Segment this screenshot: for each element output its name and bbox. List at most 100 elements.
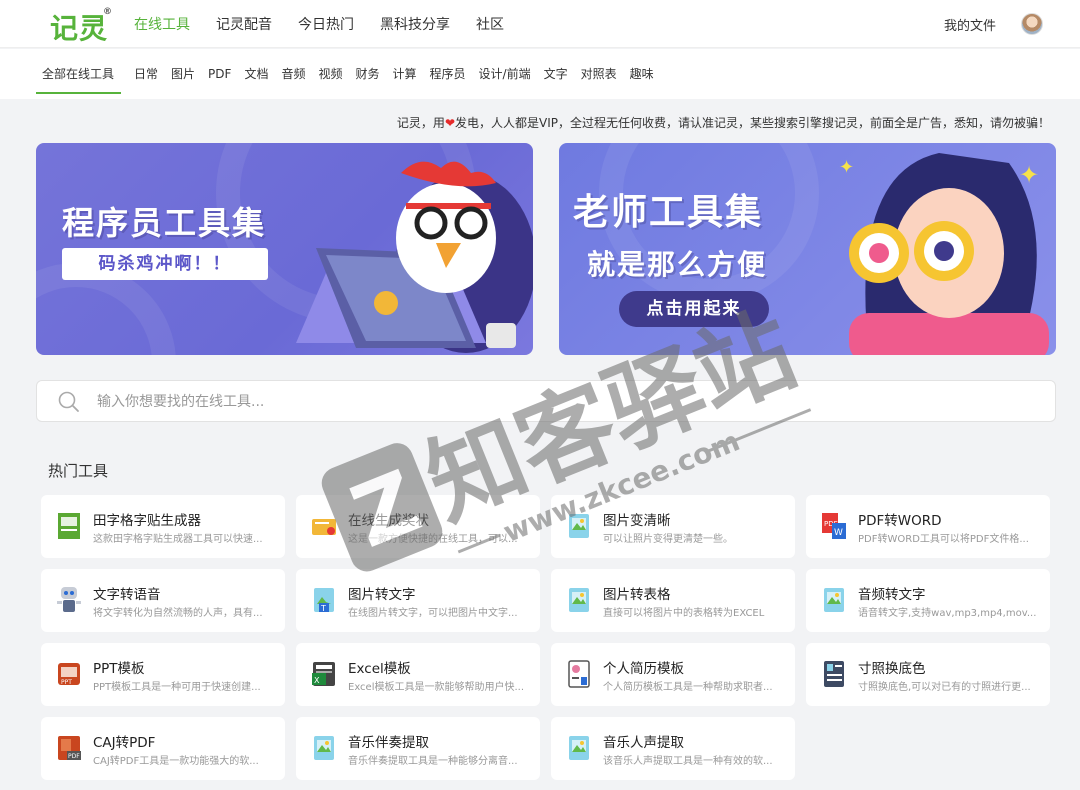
tool-card[interactable]: X Excel模板 Excel模板工具是一款能够帮助用户快... — [296, 643, 540, 706]
image-icon — [569, 588, 589, 612]
image-icon — [824, 588, 844, 612]
category-tab[interactable]: 趣味 — [630, 49, 654, 99]
my-files-link[interactable]: 我的文件 — [944, 15, 996, 34]
tool-description: 可以让照片变得更清楚一些。 — [603, 534, 733, 545]
avatar[interactable] — [1021, 13, 1043, 35]
tool-title: Excel模板 — [348, 661, 411, 677]
notice-part-1: 记灵，用 — [396, 116, 445, 130]
tool-title: 文字转语音 — [93, 587, 161, 603]
certificate-icon — [312, 519, 336, 535]
category-tab[interactable]: 全部在线工具 — [36, 49, 122, 99]
tool-title: 在线生成奖状 — [348, 513, 429, 529]
tool-card[interactable]: 图片转表格直接可以将图片中的表格转为EXCEL — [551, 569, 795, 632]
svg-text:W: W — [834, 528, 843, 538]
category-tab[interactable]: 对照表 — [581, 49, 617, 99]
tool-description: 语音转文字,支持wav,mp3,mp4,mov... — [858, 608, 1037, 619]
logo-text: 记灵 — [50, 12, 109, 45]
category-bar: 全部在线工具 日常 图片 PDF 文档 音频 视频 财务 计算 程序员 设计/前端 文字 对照表 趣味 — [0, 49, 1080, 99]
tool-title: PPT模板 — [93, 661, 145, 677]
nav-today-hot[interactable]: 今日热门 — [298, 14, 354, 34]
tool-card[interactable]: 音乐伴奏提取音乐伴奏提取工具是一种能够分离音... — [296, 717, 540, 780]
tool-card[interactable]: 文字转语音将文字转化为自然流畅的人声，具有... — [41, 569, 285, 632]
search-icon[interactable] — [57, 390, 81, 414]
category-tab[interactable]: 设计/前端 — [479, 49, 531, 99]
tool-description: 在线图片转文字，可以把图片中文字... — [348, 608, 518, 619]
tool-title: 音频转文字 — [858, 587, 926, 603]
svg-text:✦: ✦ — [839, 157, 854, 178]
banner-teacher-tools[interactable]: 老师工具集 就是那么方便 点击用起来 ✦ ✦ — [559, 143, 1056, 355]
tool-card[interactable]: 个人简历模板个人简历模板工具是一种帮助求职者... — [551, 643, 795, 706]
category-tab[interactable]: 日常 — [134, 49, 158, 99]
robot-icon — [57, 587, 81, 612]
nav-online-tools[interactable]: 在线工具 — [134, 14, 190, 34]
tool-search-box — [36, 380, 1056, 422]
category-tab[interactable]: 图片 — [171, 49, 195, 99]
tool-title: 寸照换底色 — [858, 661, 926, 677]
tool-card[interactable]: T 图片转文字在线图片转文字，可以把图片中文字... — [296, 569, 540, 632]
tool-card[interactable]: PPT PPT模板 PPT模板工具是一种可用于快速创建... — [41, 643, 285, 706]
tool-card[interactable]: 音乐人声提取 该音乐人声提取工具是一种有效的软... — [551, 717, 795, 780]
banner-programmer-tools[interactable]: 程序员工具集 码杀鸡冲啊！！ — [36, 143, 533, 355]
banner-left-title: 程序员工具集 — [62, 204, 267, 242]
tool-card[interactable]: PDF CAJ转PDF CAJ转PDF工具是一款功能强大的软... — [41, 717, 285, 780]
svg-text:PPT: PPT — [61, 679, 72, 686]
category-tab[interactable]: 视频 — [318, 49, 342, 99]
category-tab[interactable]: 音频 — [281, 49, 305, 99]
tool-title: CAJ转PDF — [93, 735, 156, 751]
category-tab[interactable]: 计算 — [393, 49, 417, 99]
tool-description: 直接可以将图片中的表格转为EXCEL — [603, 608, 765, 619]
category-tab[interactable]: 文字 — [544, 49, 568, 99]
tool-card[interactable]: 寸照换底色 寸照换底色,可以对已有的寸照进行更... — [806, 643, 1050, 706]
registered-mark: ® — [103, 7, 113, 17]
jiling-logo-icon — [58, 513, 80, 539]
svg-text:X: X — [314, 676, 320, 685]
category-tab[interactable]: 程序员 — [430, 49, 466, 99]
category-tab[interactable]: 文档 — [244, 49, 268, 99]
nav-tech-share[interactable]: 黑科技分享 — [380, 14, 450, 34]
tool-description: 这款田字格字贴生成器工具可以快速... — [93, 534, 263, 545]
tool-description: 这是一款方便快捷的在线工具，可以... — [348, 534, 518, 545]
tool-title: 个人简历模板 — [603, 661, 684, 677]
section-title-hot-tools: 热门工具 — [48, 462, 109, 480]
category-tab[interactable]: PDF — [208, 49, 231, 99]
tool-card[interactable]: 音频转文字语音转文字,支持wav,mp3,mp4,mov... — [806, 569, 1050, 632]
id-photo-icon — [824, 661, 844, 687]
tool-description: 音乐伴奏提取工具是一种能够分离音... — [348, 756, 518, 767]
caj-pdf-icon: PDF — [58, 736, 81, 760]
tool-description: Excel模板工具是一款能够帮助用户快... — [348, 682, 525, 693]
banner-right-subtitle: 就是那么方便 — [587, 248, 768, 281]
svg-text:✦: ✦ — [1019, 161, 1039, 189]
tool-title: 音乐人声提取 — [603, 735, 684, 751]
resume-icon — [568, 660, 590, 688]
excel-icon: X — [312, 662, 335, 686]
tool-card[interactable]: PDF W PDF转WORD PDF转WORD工具可以将PDF文件格... — [806, 495, 1050, 558]
tool-description: 将文字转化为自然流畅的人声，具有... — [93, 608, 263, 619]
coding-chicken-illustration — [296, 161, 533, 353]
tool-card[interactable]: 在线生成奖状这是一款方便快捷的在线工具，可以... — [296, 495, 540, 558]
top-navbar: 记灵 ® 在线工具 记灵配音 今日热门 黑科技分享 社区 我的文件 — [0, 0, 1080, 48]
main-nav: 在线工具 记灵配音 今日热门 黑科技分享 社区 — [134, 0, 530, 48]
banner-left-pill: 码杀鸡冲啊！！ — [62, 248, 268, 280]
category-tab[interactable]: 财务 — [355, 49, 379, 99]
binoculars-girl-illustration: ✦ ✦ — [839, 153, 1049, 355]
image-icon — [569, 736, 589, 760]
logo[interactable]: 记灵 ® — [50, 7, 112, 47]
category-tabs: 全部在线工具 日常 图片 PDF 文档 音频 视频 财务 计算 程序员 设计/前端 文字 对照表 趣味 — [36, 49, 667, 99]
image-icon — [314, 736, 334, 760]
tool-description: 个人简历模板工具是一种帮助求职者... — [603, 682, 773, 693]
tool-card[interactable]: 图片变清晰 可以让照片变得更清楚一些。 — [551, 495, 795, 558]
tool-title: 图片转表格 — [603, 587, 671, 603]
tool-description: PPT模板工具是一种可用于快速创建... — [93, 682, 261, 693]
nav-community[interactable]: 社区 — [476, 14, 504, 34]
tool-title: 音乐伴奏提取 — [348, 735, 429, 751]
tool-description: CAJ转PDF工具是一款功能强大的软... — [93, 756, 259, 767]
tool-card[interactable]: 田字格字贴生成器这款田字格字贴生成器工具可以快速... — [41, 495, 285, 558]
search-input[interactable] — [97, 389, 997, 415]
image-text-icon: T — [314, 588, 334, 613]
tool-title: 田字格字贴生成器 — [93, 513, 201, 529]
nav-jiling-dubbing[interactable]: 记灵配音 — [216, 14, 272, 34]
notice-part-2: 发电，人人都是VIP，全过程无任何收费，请认准记灵，某些搜索引擎搜记灵，前面全是… — [455, 116, 1050, 130]
banner-right-title: 老师工具集 — [573, 192, 764, 233]
ppt-icon: PPT — [58, 663, 80, 686]
tool-title: 图片转文字 — [348, 587, 416, 603]
